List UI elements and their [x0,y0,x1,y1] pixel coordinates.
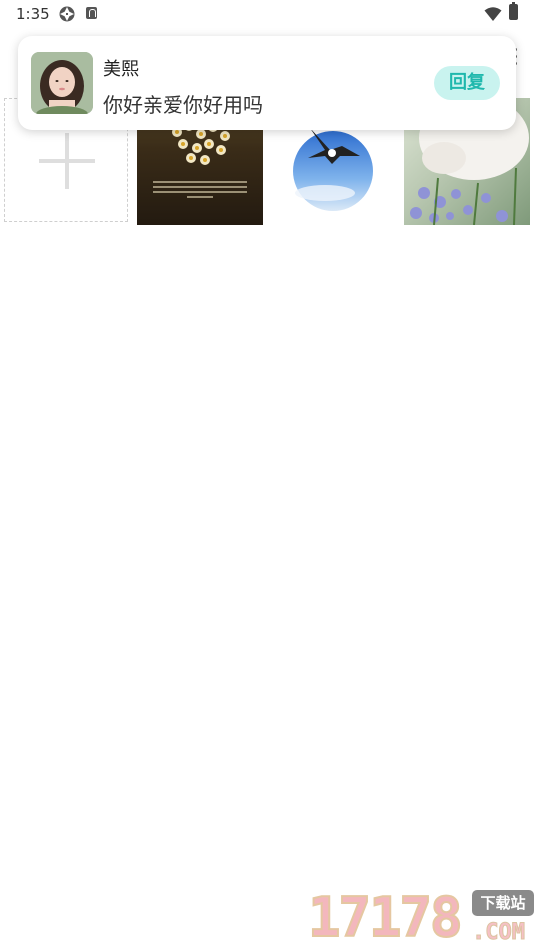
notification-message: 你好亲爱你好用吗 [103,93,263,117]
wifi-icon [484,7,502,21]
reply-button[interactable]: 回复 [434,66,500,100]
sender-name: 美熙 [103,59,139,80]
watermark-badge: 下载站 [472,890,534,916]
watermark-number: 17178 [307,885,464,950]
app-notification-icon [86,7,97,19]
site-watermark: 17178 下载站 .COM [307,885,534,950]
message-notification[interactable]: 美熙 你好亲爱你好用吗 回复 [18,36,516,130]
battery-icon [509,2,518,20]
poem-text-image [147,178,253,201]
watermark-domain: .COM [472,920,526,946]
aperture-icon [59,6,75,22]
sender-avatar [31,52,93,114]
status-bar: 1:35 [0,0,534,28]
status-time: 1:35 [16,5,50,23]
